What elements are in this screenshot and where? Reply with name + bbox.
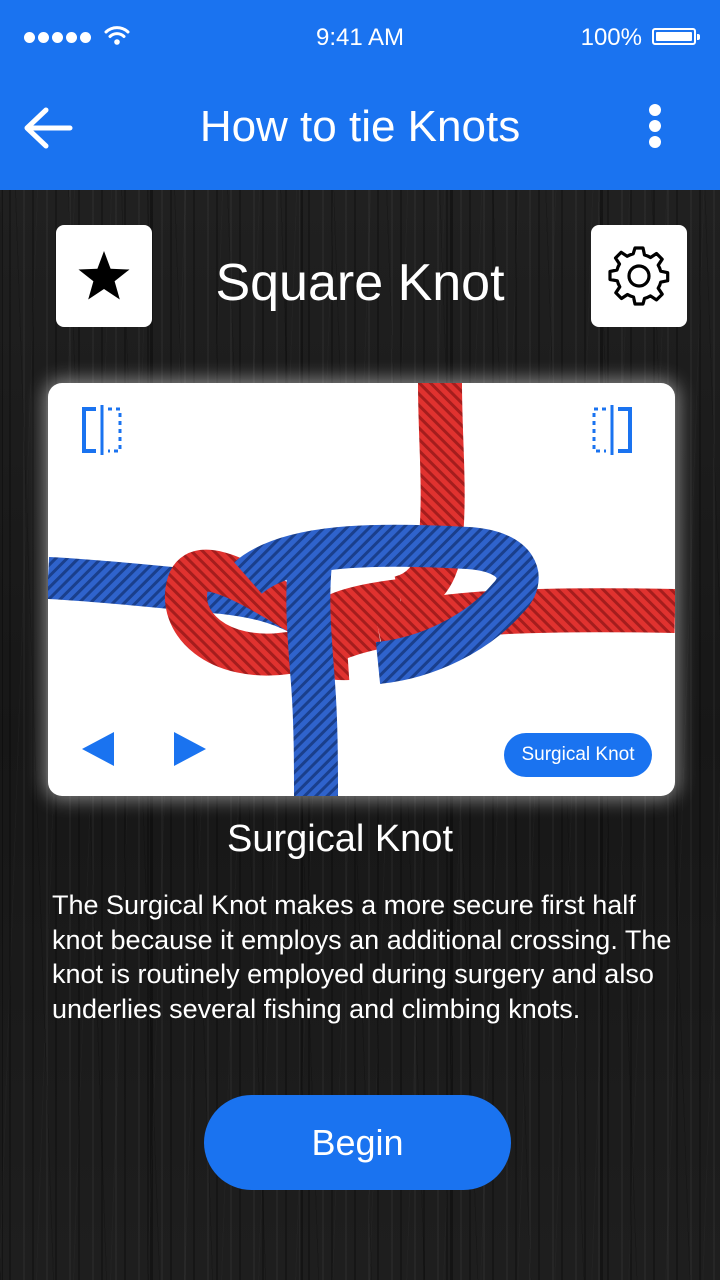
knot-viewer[interactable]: Surgical Knot xyxy=(48,383,675,796)
more-vertical-icon[interactable] xyxy=(640,102,670,150)
begin-button[interactable]: Begin xyxy=(204,1095,511,1190)
page-title: How to tie Knots xyxy=(199,102,521,151)
app-header: 9:41 AM 100% How to tie Knots xyxy=(0,0,720,190)
flip-horizontal-icon[interactable] xyxy=(588,405,636,455)
battery-icon xyxy=(652,28,700,45)
variant-description: The Surgical Knot makes a more secure fi… xyxy=(52,890,672,1024)
flip-horizontal-icon[interactable] xyxy=(78,405,126,455)
variant-chip[interactable]: Surgical Knot xyxy=(504,733,652,777)
status-bar: 9:41 AM 100% xyxy=(0,0,720,75)
triangle-left-icon[interactable] xyxy=(78,729,118,769)
battery-percent: 100% xyxy=(580,24,642,51)
triangle-right-icon[interactable] xyxy=(170,729,210,769)
settings-button[interactable] xyxy=(591,225,687,327)
gear-icon xyxy=(608,246,670,306)
variant-title: Surgical Knot xyxy=(226,818,453,860)
